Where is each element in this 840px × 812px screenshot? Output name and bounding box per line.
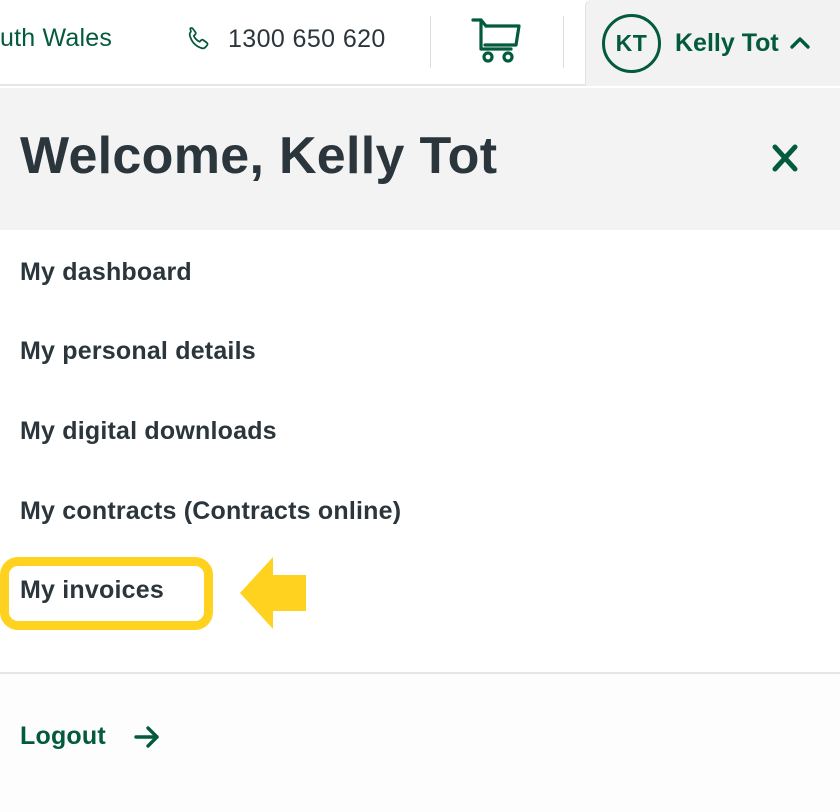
menu-item-contracts[interactable]: My contracts (Contracts online)	[20, 497, 401, 526]
chevron-up-icon	[789, 32, 811, 54]
phone-icon	[184, 24, 214, 54]
logout-button[interactable]: Logout	[20, 722, 160, 751]
header-divider	[563, 16, 564, 68]
region-link[interactable]: uth Wales	[0, 24, 112, 53]
logout-label: Logout	[20, 722, 106, 750]
menu-item-digital-downloads[interactable]: My digital downloads	[20, 417, 277, 446]
page-title: Welcome, Kelly Tot	[20, 127, 498, 185]
user-menu-toggle[interactable]: KT Kelly Tot	[585, 0, 840, 86]
user-name: Kelly Tot	[675, 28, 779, 57]
cart-button[interactable]	[466, 16, 528, 70]
phone-number: 1300 650 620	[228, 24, 386, 53]
top-header: uth Wales 1300 650 620 KT Kelly Tot	[0, 0, 840, 86]
menu-item-invoices[interactable]: My invoices	[20, 576, 164, 605]
avatar-initials: KT	[615, 29, 648, 56]
arrow-left-icon	[240, 557, 306, 629]
cart-icon	[470, 16, 524, 71]
arrow-right-icon	[134, 725, 160, 749]
phone-link[interactable]: 1300 650 620	[184, 24, 386, 54]
header-divider	[430, 16, 431, 68]
menu-item-personal-details[interactable]: My personal details	[20, 337, 256, 366]
avatar: KT	[602, 13, 661, 73]
logout-section: Logout	[0, 674, 840, 812]
menu-item-dashboard[interactable]: My dashboard	[20, 258, 192, 287]
welcome-panel: Welcome, Kelly Tot	[0, 88, 840, 230]
close-button[interactable]	[762, 140, 808, 180]
close-icon	[770, 143, 800, 178]
